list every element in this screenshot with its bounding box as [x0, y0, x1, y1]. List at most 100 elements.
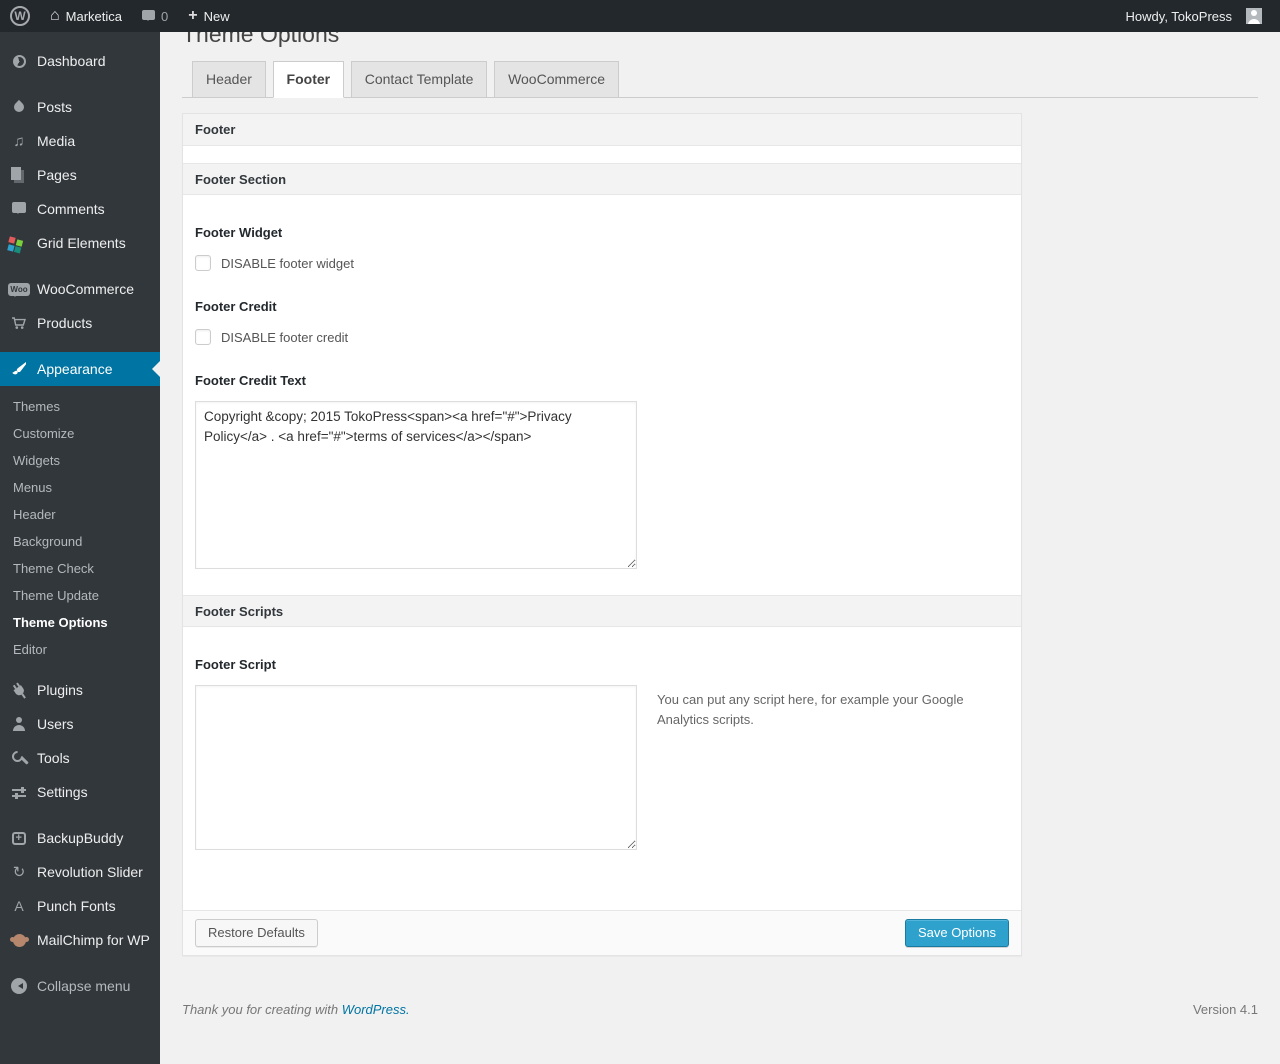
footer-script-label: Footer Script: [195, 657, 276, 672]
brush-icon: [8, 359, 30, 379]
sidebar-item-appearance[interactable]: Appearance: [0, 352, 160, 386]
sidebar-item-products[interactable]: Products: [0, 306, 160, 340]
sidebar-item-mailchimp[interactable]: MailChimp for WP: [0, 923, 160, 957]
sidebar-item-label: Collapse menu: [37, 978, 131, 994]
wp-logo-menu[interactable]: W: [0, 0, 40, 32]
submenu-item-widgets[interactable]: Widgets: [0, 447, 160, 474]
sidebar-separator: [0, 78, 160, 90]
sidebar-item-dashboard[interactable]: Dashboard: [0, 44, 160, 78]
backup-icon: [8, 828, 30, 848]
tab-contact-template[interactable]: Contact Template: [350, 61, 488, 98]
letter-a-icon: A: [14, 898, 24, 914]
footer-credit-label: Footer Credit: [195, 299, 277, 314]
sidebar-item-users[interactable]: Users: [0, 707, 160, 741]
sidebar-separator: [0, 957, 160, 969]
comments-shortcut[interactable]: 0: [132, 0, 178, 32]
footer-credit-checkbox-row: DISABLE footer credit: [195, 329, 1009, 345]
collapse-menu-button[interactable]: Collapse menu: [0, 969, 160, 1003]
new-content-menu[interactable]: + New: [178, 0, 239, 32]
footer-script-textarea[interactable]: [195, 685, 637, 850]
comment-bubble-icon: [142, 10, 156, 21]
cart-icon: [8, 313, 30, 333]
howdy-label: Howdy, TokoPress: [1125, 8, 1232, 24]
footer-widget-checkbox[interactable]: [195, 255, 211, 271]
sidebar-item-label: Settings: [37, 784, 88, 800]
comment-count: 0: [161, 8, 169, 24]
sidebar-item-label: MailChimp for WP: [37, 932, 150, 948]
sidebar-item-label: BackupBuddy: [37, 830, 124, 846]
tab-footer[interactable]: Footer: [272, 61, 345, 98]
submenu-item-themes[interactable]: Themes: [0, 393, 160, 420]
submenu-item-theme-options[interactable]: Theme Options: [0, 609, 160, 636]
sidebar-item-label: Products: [37, 315, 93, 331]
sidebar-item-punch-fonts[interactable]: A Punch Fonts: [0, 889, 160, 923]
sidebar-item-woocommerce[interactable]: Woo WooCommerce: [0, 272, 160, 306]
sidebar-item-label: Pages: [37, 167, 77, 183]
pages-icon: [8, 165, 30, 185]
media-icon: ♫: [13, 132, 25, 150]
save-options-button[interactable]: Save Options: [904, 919, 1009, 947]
submenu-item-customize[interactable]: Customize: [0, 420, 160, 447]
main-content: Theme Options Header Footer Contact Temp…: [160, 0, 1280, 1017]
section-header-footer-section: Footer Section: [183, 163, 1021, 195]
grid-elements-icon: [8, 233, 30, 253]
submenu-item-menus[interactable]: Menus: [0, 474, 160, 501]
footer-script-help-text: You can put any script here, for example…: [657, 692, 964, 727]
sidebar-item-label: Grid Elements: [37, 235, 126, 251]
wrench-icon: [8, 748, 30, 768]
footer-widget-checkbox-label: DISABLE footer widget: [221, 255, 354, 271]
submenu-item-background[interactable]: Background: [0, 528, 160, 555]
sidebar-item-label: Revolution Slider: [37, 864, 143, 880]
sidebar-item-media[interactable]: ♫ Media: [0, 124, 160, 158]
sidebar-item-label: Comments: [37, 201, 105, 217]
footer-script-row: You can put any script here, for example…: [195, 672, 1009, 850]
footer-credit-text-label: Footer Credit Text: [195, 373, 306, 388]
tab-woocommerce[interactable]: WooCommerce: [494, 61, 620, 98]
sidebar-separator: [0, 260, 160, 272]
restore-defaults-button[interactable]: Restore Defaults: [195, 919, 318, 947]
sidebar-item-settings[interactable]: Settings: [0, 775, 160, 809]
sidebar-separator: [0, 809, 160, 821]
sidebar-item-label: Posts: [37, 99, 73, 115]
admin-footer: Thank you for creating with WordPress. V…: [182, 1002, 1258, 1017]
sidebar-item-label: Punch Fonts: [37, 898, 116, 914]
submenu-item-header[interactable]: Header: [0, 501, 160, 528]
submenu-item-editor[interactable]: Editor: [0, 636, 160, 663]
site-name-menu[interactable]: ⌂ Marketica: [40, 0, 132, 32]
user-icon: [8, 714, 30, 734]
new-label: New: [203, 8, 230, 24]
sidebar-item-label: Tools: [37, 750, 70, 766]
sidebar-item-backupbuddy[interactable]: BackupBuddy: [0, 821, 160, 855]
sidebar-item-grid-elements[interactable]: Grid Elements: [0, 226, 160, 260]
site-name-label: Marketica: [65, 8, 123, 24]
sidebar-item-posts[interactable]: Posts: [0, 90, 160, 124]
sliders-icon: [8, 782, 30, 802]
tab-bar: Header Footer Contact Template WooCommer…: [182, 61, 1258, 98]
footer-section-body: Footer Widget DISABLE footer widget Foot…: [183, 195, 1021, 595]
footer-credit-text-textarea[interactable]: Copyright &copy; 2015 TokoPress<span><a …: [195, 401, 637, 569]
admin-bar-left: W ⌂ Marketica 0 + New: [0, 0, 240, 32]
footer-credit-checkbox[interactable]: [195, 329, 211, 345]
sidebar-item-revolution-slider[interactable]: ↻ Revolution Slider: [0, 855, 160, 889]
section-header-footer-scripts: Footer Scripts: [183, 595, 1021, 627]
panel-actions: Restore Defaults Save Options: [183, 910, 1021, 955]
admin-bar-right: Howdy, TokoPress: [1116, 0, 1280, 32]
sidebar-item-tools[interactable]: Tools: [0, 741, 160, 775]
account-menu[interactable]: Howdy, TokoPress: [1116, 0, 1272, 32]
wordpress-link[interactable]: WordPress.: [342, 1002, 410, 1017]
footer-credit-checkbox-label: DISABLE footer credit: [221, 329, 349, 345]
submenu-item-theme-update[interactable]: Theme Update: [0, 582, 160, 609]
avatar: [1246, 8, 1262, 24]
submenu-item-theme-check[interactable]: Theme Check: [0, 555, 160, 582]
panel-spacer: [183, 146, 1021, 163]
sidebar-item-pages[interactable]: Pages: [0, 158, 160, 192]
wordpress-logo-icon: W: [10, 6, 30, 26]
sidebar-item-label: Users: [37, 716, 74, 732]
tab-header[interactable]: Header: [192, 61, 266, 98]
admin-sidebar: Dashboard Posts ♫ Media Pages Comments G…: [0, 32, 160, 1064]
sidebar-item-plugins[interactable]: Plugins: [0, 673, 160, 707]
comments-icon: [8, 199, 30, 219]
footer-thanks-prefix: Thank you for creating with: [182, 1002, 342, 1017]
sidebar-item-label: Plugins: [37, 682, 83, 698]
sidebar-item-comments[interactable]: Comments: [0, 192, 160, 226]
